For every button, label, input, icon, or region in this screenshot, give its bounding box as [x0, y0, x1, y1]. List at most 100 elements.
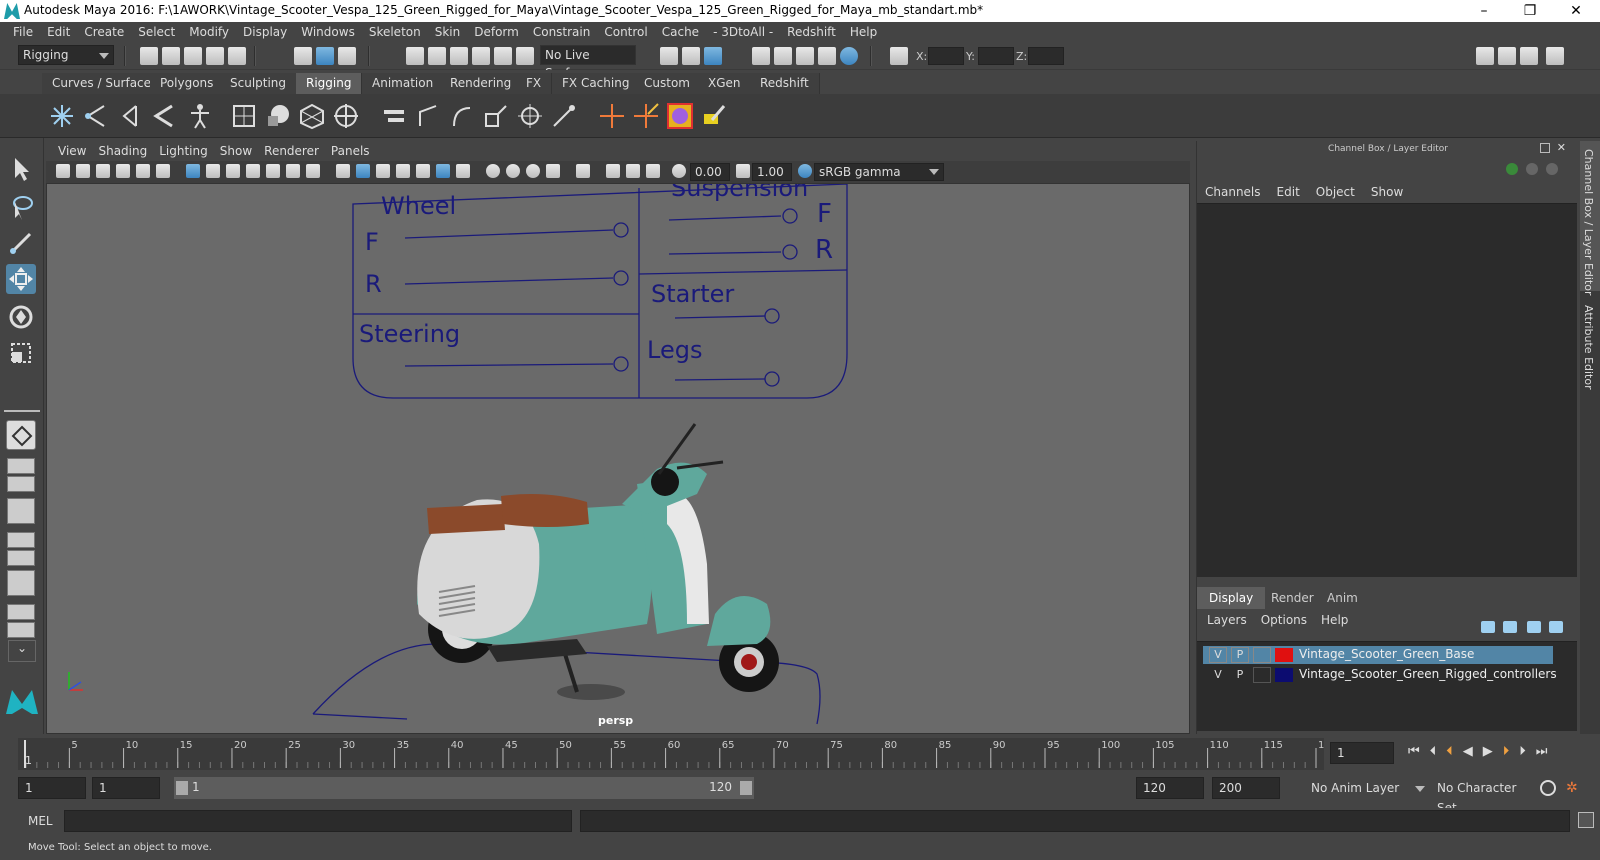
exposure-field[interactable]: 0.00: [690, 163, 730, 181]
layer-color-swatch[interactable]: [1275, 648, 1293, 662]
playback-end-field[interactable]: 120: [1136, 777, 1204, 799]
menu-3dtoall[interactable]: - 3DtoAll -: [706, 25, 780, 39]
layer-visibility-toggle[interactable]: V: [1209, 647, 1227, 663]
render-alt-layout-icon[interactable]: [7, 622, 35, 638]
hypershade-layout-icon[interactable]: [7, 570, 35, 596]
tab-display[interactable]: Display: [1197, 587, 1266, 609]
channel-list[interactable]: [1197, 203, 1577, 577]
channel-box-sync-icon[interactable]: [1526, 163, 1538, 175]
menu-modify[interactable]: Modify: [182, 25, 236, 39]
menu-deform[interactable]: Deform: [467, 25, 526, 39]
cluster-icon[interactable]: [332, 102, 360, 130]
tab-channel-box-layer-editor[interactable]: Channel Box / Layer Editor: [1580, 141, 1600, 296]
tab-anim[interactable]: Anim: [1315, 587, 1370, 609]
menu-windows[interactable]: Windows: [294, 25, 362, 39]
render-settings-icon[interactable]: [818, 47, 836, 65]
snap-surface-icon[interactable]: [494, 47, 512, 65]
image-plane-icon[interactable]: [116, 164, 130, 178]
isolate-select-icon[interactable]: [546, 164, 560, 178]
range-end-handle[interactable]: [740, 781, 752, 795]
anim-layer-dropdown[interactable]: No Anim Layer: [1304, 777, 1428, 799]
script-language-label[interactable]: MEL: [28, 814, 53, 828]
x-field[interactable]: [928, 47, 964, 65]
move-tool-button[interactable]: [6, 264, 36, 294]
use-lights-icon[interactable]: [416, 164, 430, 178]
new-scene-icon[interactable]: [140, 47, 158, 65]
play-forwards-icon[interactable]: ▶: [1483, 744, 1503, 759]
menu-control[interactable]: Control: [597, 25, 654, 39]
locator-icon[interactable]: [598, 102, 626, 130]
tab-redshift[interactable]: Redshift: [750, 73, 820, 94]
select-by-component-icon[interactable]: [338, 47, 356, 65]
orient-constraint-icon[interactable]: [550, 102, 578, 130]
insert-joint-icon[interactable]: [82, 102, 110, 130]
skin-bind-icon[interactable]: [230, 102, 258, 130]
layer-menu-layers[interactable]: Layers: [1207, 613, 1261, 627]
safe-action-icon[interactable]: [286, 164, 300, 178]
current-frame-field[interactable]: 1: [1330, 742, 1394, 764]
minimize-button[interactable]: –: [1464, 2, 1504, 20]
graph-layout-icon[interactable]: [7, 532, 35, 548]
paint-tool-icon[interactable]: [700, 102, 728, 130]
current-time-indicator[interactable]: [24, 740, 26, 768]
snap-grid-icon[interactable]: [406, 47, 424, 65]
go-to-start-icon[interactable]: ⏮: [1408, 744, 1430, 759]
float-panel-icon[interactable]: [1540, 143, 1550, 153]
menu-help[interactable]: Help: [843, 25, 884, 39]
xray-joints-icon[interactable]: [606, 164, 620, 178]
y-field[interactable]: [978, 47, 1014, 65]
paint-weights-icon[interactable]: [264, 102, 292, 130]
mirror-joint-icon[interactable]: [116, 102, 144, 130]
starter-slider-handle[interactable]: [764, 308, 780, 324]
gamma-field[interactable]: 1.00: [752, 163, 792, 181]
outliner-layout-icon[interactable]: [7, 498, 35, 524]
auto-key-icon[interactable]: [1540, 780, 1556, 796]
hypershade-icon[interactable]: [840, 47, 858, 65]
range-slider[interactable]: 1 120: [174, 777, 754, 799]
layer-visibility-toggle[interactable]: V: [1209, 667, 1227, 683]
bookmarks-icon[interactable]: [96, 164, 110, 178]
menu-skeleton[interactable]: Skeleton: [362, 25, 428, 39]
single-perspective-layout-button[interactable]: [6, 420, 36, 450]
ipr-render-icon[interactable]: [796, 47, 814, 65]
tab-custom[interactable]: Custom: [634, 73, 701, 94]
redo-icon[interactable]: [228, 47, 246, 65]
channel-menu-object[interactable]: Object: [1316, 185, 1371, 199]
grease-pencil-icon[interactable]: [136, 164, 150, 178]
joint-tool-icon[interactable]: [48, 102, 76, 130]
wireframe-on-shaded-icon[interactable]: [376, 164, 390, 178]
motion-blur-icon[interactable]: [486, 164, 500, 178]
attribute-editor-icon[interactable]: [1498, 47, 1516, 65]
paint-select-tool-button[interactable]: [6, 228, 36, 258]
shadows-icon[interactable]: [436, 164, 450, 178]
undo-icon[interactable]: [206, 47, 224, 65]
command-input[interactable]: [64, 810, 572, 832]
channel-box-icon[interactable]: [1546, 47, 1564, 65]
make-live-icon[interactable]: [516, 47, 534, 65]
lattice-icon[interactable]: [298, 102, 326, 130]
grid-toggle-icon[interactable]: [186, 164, 200, 178]
graph-alt-layout-icon[interactable]: [7, 550, 35, 566]
anti-aliasing-icon[interactable]: [506, 164, 520, 178]
panel-menu-renderer[interactable]: Renderer: [258, 144, 325, 158]
output-ops-icon[interactable]: [682, 47, 700, 65]
menu-select[interactable]: Select: [131, 25, 182, 39]
step-back-frame-icon[interactable]: ⏴: [1430, 744, 1447, 759]
safe-title-icon[interactable]: [306, 164, 320, 178]
menu-skin[interactable]: Skin: [428, 25, 468, 39]
menu-display[interactable]: Display: [236, 25, 294, 39]
list-item[interactable]: V P Vintage_Scooter_Green_Base: [1203, 646, 1553, 664]
tab-fx[interactable]: FX: [516, 73, 553, 94]
field-chart-icon[interactable]: [266, 164, 280, 178]
channel-box-options-icon[interactable]: [1506, 163, 1518, 175]
select-camera-icon[interactable]: [56, 164, 70, 178]
menu-file[interactable]: File: [6, 25, 40, 39]
2d-pan-zoom-icon[interactable]: [156, 164, 170, 178]
channel-box-keys-icon[interactable]: [1546, 163, 1558, 175]
move-layer-up-icon[interactable]: [1481, 621, 1495, 633]
render-view-icon[interactable]: [752, 47, 770, 65]
panel-menu-shading[interactable]: Shading: [92, 144, 153, 158]
layer-display-type-toggle[interactable]: [1253, 647, 1271, 663]
tab-animation[interactable]: Animation: [362, 73, 445, 94]
layer-menu-options[interactable]: Options: [1261, 613, 1321, 627]
